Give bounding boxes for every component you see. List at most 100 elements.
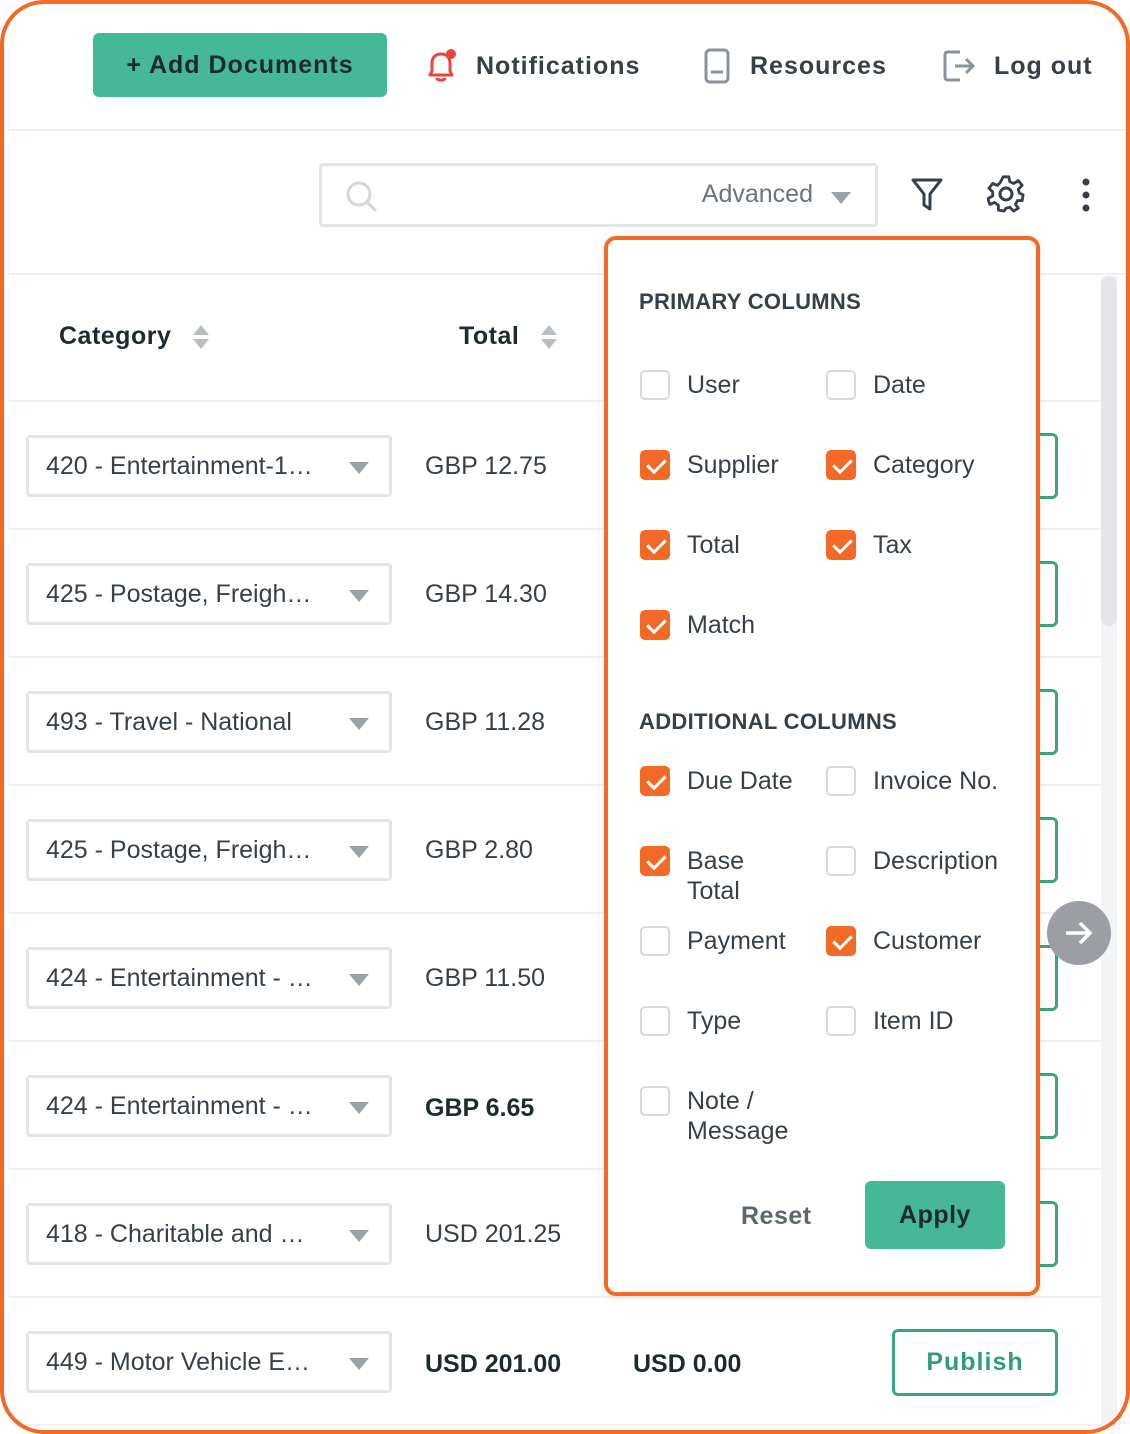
- scrollbar-thumb[interactable]: [1101, 276, 1117, 626]
- search-icon: [346, 181, 378, 213]
- checkbox-label: Date: [873, 371, 926, 399]
- category-select[interactable]: 424 - Entertainment - …: [26, 947, 392, 1009]
- category-value: 425 - Postage, Freigh…: [46, 579, 312, 608]
- chevron-down-icon: [349, 462, 369, 474]
- checkbox[interactable]: [640, 1086, 670, 1116]
- category-select[interactable]: 424 - Entertainment - …: [26, 1075, 392, 1137]
- checkbox-label: Total: [687, 531, 740, 559]
- checkbox-label: Item ID: [873, 1007, 954, 1035]
- category-value: 418 - Charitable and …: [46, 1219, 305, 1248]
- category-select[interactable]: 418 - Charitable and …: [26, 1203, 392, 1265]
- checkbox[interactable]: [826, 926, 856, 956]
- chevron-down-icon: [349, 974, 369, 986]
- column-header-label: Category: [59, 322, 172, 350]
- checkbox[interactable]: [640, 926, 670, 956]
- total-cell: USD 201.00: [425, 1350, 562, 1378]
- category-select[interactable]: 449 - Motor Vehicle E…: [26, 1331, 392, 1393]
- checkbox[interactable]: [640, 1006, 670, 1036]
- settings-gear-icon[interactable]: [987, 175, 1027, 215]
- category-value: 424 - Entertainment - …: [46, 963, 313, 992]
- search-input[interactable]: Advanced: [319, 163, 878, 227]
- checkbox[interactable]: [826, 450, 856, 480]
- category-value: 493 - Travel - National: [46, 707, 292, 736]
- resources-label: Resources: [750, 51, 887, 80]
- divider: [8, 1296, 1102, 1298]
- checkbox-label: Match: [687, 611, 756, 639]
- category-select[interactable]: 425 - Postage, Freigh…: [26, 563, 392, 625]
- document-icon: [704, 48, 730, 84]
- divider: [8, 129, 1126, 131]
- apply-button[interactable]: Apply: [865, 1181, 1005, 1249]
- checkbox[interactable]: [826, 846, 856, 876]
- checkbox-label: Due Date: [687, 767, 793, 795]
- chevron-down-icon: [349, 1230, 369, 1242]
- checkbox[interactable]: [640, 370, 670, 400]
- divider: [8, 1424, 1102, 1426]
- checkbox[interactable]: [826, 766, 856, 796]
- category-select[interactable]: 493 - Travel - National: [26, 691, 392, 753]
- primary-columns-title: PRIMARY COLUMNS: [639, 289, 862, 314]
- tax-cell: USD 0.00: [633, 1350, 742, 1378]
- add-documents-button[interactable]: + Add Documents: [93, 33, 387, 97]
- additional-columns-title: ADDITIONAL COLUMNS: [639, 709, 897, 734]
- category-value: 449 - Motor Vehicle E…: [46, 1347, 311, 1376]
- arrow-right-icon: [1066, 921, 1093, 945]
- column-header-total[interactable]: Total: [459, 322, 558, 351]
- notifications-link[interactable]: Notifications: [424, 44, 640, 88]
- checkbox[interactable]: [640, 450, 670, 480]
- reset-button[interactable]: Reset: [741, 1202, 812, 1231]
- checkbox-label: Supplier: [687, 451, 779, 479]
- more-vertical-icon[interactable]: [1078, 178, 1094, 212]
- category-value: 424 - Entertainment - …: [46, 1091, 313, 1120]
- bell-icon: [428, 49, 456, 82]
- total-cell: GBP 6.65: [425, 1094, 535, 1122]
- checkbox-label: Payment: [687, 927, 786, 955]
- checkbox-label: Customer: [873, 927, 982, 955]
- log-out-link[interactable]: Log out: [942, 44, 1093, 88]
- checkbox[interactable]: [826, 530, 856, 560]
- checkbox[interactable]: [640, 846, 670, 876]
- checkbox[interactable]: [640, 766, 670, 796]
- checkbox[interactable]: [826, 370, 856, 400]
- category-select[interactable]: 420 - Entertainment-1…: [26, 435, 392, 497]
- app-window: + Add Documents Notifications Resources …: [0, 0, 1130, 1434]
- scroll-right-button[interactable]: [1047, 901, 1111, 965]
- sort-icon[interactable]: [193, 324, 210, 349]
- total-cell: GBP 11.28: [425, 708, 545, 736]
- checkbox-label: Invoice No.: [873, 767, 999, 795]
- category-select[interactable]: 425 - Postage, Freigh…: [26, 819, 392, 881]
- checkbox-label: User: [687, 371, 740, 399]
- checkbox[interactable]: [640, 610, 670, 640]
- chevron-down-icon: [349, 1358, 369, 1370]
- total-cell: GBP 12.75: [425, 452, 547, 480]
- chevron-down-icon: [349, 846, 369, 858]
- column-header-category[interactable]: Category: [59, 322, 210, 351]
- total-cell: GBP 11.50: [425, 964, 545, 992]
- checkbox-label: Category: [873, 451, 975, 479]
- chevron-down-icon: [831, 192, 851, 204]
- logout-icon: [943, 50, 976, 82]
- checkbox-label: Note / Message: [687, 1087, 789, 1145]
- total-cell: GBP 14.30: [425, 580, 547, 608]
- column-header-label: Total: [459, 322, 520, 350]
- sort-icon[interactable]: [541, 324, 558, 349]
- checkbox[interactable]: [826, 1006, 856, 1036]
- category-value: 425 - Postage, Freigh…: [46, 835, 312, 864]
- filter-icon[interactable]: [910, 176, 944, 214]
- total-cell: USD 201.25: [425, 1220, 562, 1248]
- chevron-down-icon: [349, 718, 369, 730]
- checkbox[interactable]: [640, 530, 670, 560]
- notifications-label: Notifications: [476, 51, 641, 80]
- checkbox-label: Base Total: [687, 847, 744, 905]
- chevron-down-icon: [349, 1102, 369, 1114]
- chevron-down-icon: [349, 590, 369, 602]
- total-cell: GBP 2.80: [425, 836, 533, 864]
- checkbox-label: Description: [873, 847, 999, 875]
- category-value: 420 - Entertainment-1…: [46, 451, 313, 480]
- advanced-search-toggle[interactable]: Advanced: [702, 180, 813, 209]
- log-out-label: Log out: [994, 51, 1093, 80]
- publish-button[interactable]: Publish: [892, 1329, 1058, 1396]
- resources-link[interactable]: Resources: [702, 44, 887, 88]
- checkbox-label: Type: [687, 1007, 742, 1035]
- checkbox-label: Tax: [873, 531, 912, 559]
